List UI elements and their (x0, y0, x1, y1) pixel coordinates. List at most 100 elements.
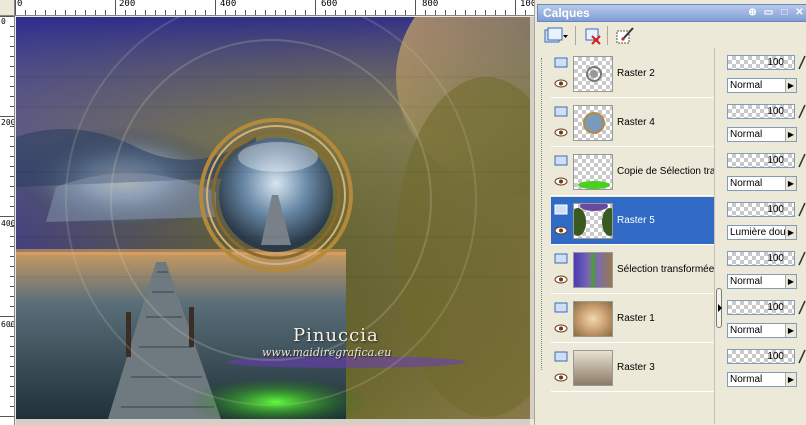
ruler-tick (305, 10, 306, 15)
ruler-tick (475, 10, 476, 15)
ruler-tick (10, 206, 14, 207)
layer-thumbnail (573, 203, 613, 239)
ruler-tick (525, 10, 526, 15)
blend-mode-select[interactable]: Normal ▶ (727, 127, 797, 142)
pen-icon[interactable] (798, 349, 806, 364)
new-layer-button[interactable] (541, 24, 571, 46)
image-canvas[interactable]: Pinuccia www.maidiregrafica.eu (16, 17, 530, 419)
delete-layer-button[interactable] (581, 24, 605, 46)
pen-icon[interactable] (798, 300, 806, 315)
panel-splitter[interactable] (714, 48, 722, 424)
ruler-tick (10, 346, 14, 347)
maximize-icon[interactable]: □ (778, 6, 791, 19)
pen-icon[interactable] (798, 55, 806, 70)
eye-icon[interactable] (554, 79, 568, 88)
pen-icon[interactable] (798, 202, 806, 217)
layer-row[interactable]: Copie de Sélection tran (551, 148, 715, 196)
layer-type-icon (554, 106, 568, 117)
dropdown-arrow-icon[interactable]: ▶ (785, 177, 796, 190)
ruler-tick (10, 86, 14, 87)
ruler-tick (225, 10, 226, 15)
dock-icon[interactable]: ▭ (762, 6, 775, 19)
ruler-tick (425, 10, 426, 15)
opacity-value: 100 (767, 253, 784, 264)
blend-mode-value: Normal (730, 178, 763, 189)
ruler-tick (155, 10, 156, 15)
opacity-slider[interactable]: 100 (727, 349, 795, 364)
pin-icon[interactable]: ⊕ (746, 6, 759, 19)
opacity-slider[interactable]: 100 (727, 251, 795, 266)
ruler-tick (455, 10, 456, 15)
toolbar-separator (607, 26, 608, 45)
ruler-tick (345, 10, 346, 15)
ruler-tick (125, 10, 126, 15)
blend-mode-select[interactable]: Lumière douce ▶ (727, 225, 797, 240)
dropdown-arrow-icon[interactable]: ▶ (785, 128, 796, 141)
blend-mode-select[interactable]: Normal ▶ (727, 274, 797, 289)
ruler-tick (485, 10, 486, 15)
layer-row[interactable]: Raster 5 (551, 197, 715, 245)
ruler-tick (10, 246, 14, 247)
canvas-horizontal-scrollbar[interactable] (16, 419, 530, 425)
ruler-tick (10, 96, 14, 97)
ruler-tick (10, 176, 14, 177)
splitter-grip[interactable] (716, 288, 722, 328)
layer-row[interactable]: Sélection transformée (551, 246, 715, 294)
blend-mode-select[interactable]: Normal ▶ (727, 78, 797, 93)
layer-row[interactable]: Raster 2 (551, 50, 715, 98)
pen-icon[interactable] (798, 153, 806, 168)
layer-type-icon (554, 204, 568, 215)
toolbar-separator (575, 26, 576, 45)
layer-row[interactable]: Raster 3 (551, 344, 715, 392)
edit-mask-button[interactable] (613, 24, 637, 46)
ruler-tick (35, 10, 36, 15)
blend-mode-select[interactable]: Normal ▶ (727, 323, 797, 338)
ruler-left-label: 0 (1, 17, 6, 26)
layer-row[interactable]: Raster 1 (551, 295, 715, 343)
dropdown-arrow-icon[interactable]: ▶ (785, 324, 796, 337)
layer-type-icon (554, 351, 568, 362)
eye-icon[interactable] (554, 324, 568, 333)
eye-icon[interactable] (554, 177, 568, 186)
ruler-tick (10, 386, 14, 387)
layer-type-icon (554, 302, 568, 313)
ruler-tick (405, 10, 406, 15)
delete-layer-icon (585, 28, 601, 45)
opacity-slider[interactable]: 100 (727, 104, 795, 119)
ruler-tick (515, 0, 516, 15)
opacity-slider[interactable]: 100 (727, 55, 795, 70)
layer-thumbnail (573, 350, 613, 386)
opacity-slider[interactable]: 100 (727, 300, 795, 315)
blend-mode-value: Normal (730, 276, 763, 287)
pen-icon[interactable] (798, 251, 806, 266)
ruler-tick (265, 10, 266, 15)
ruler-tick (285, 10, 286, 15)
ruler-tick (385, 10, 386, 15)
ruler-tick (365, 10, 366, 15)
edit-mask-icon (616, 27, 634, 44)
ruler-tick (10, 196, 14, 197)
eye-icon[interactable] (554, 128, 568, 137)
close-icon[interactable]: ✕ (793, 6, 806, 19)
blend-mode-select[interactable]: Normal ▶ (727, 176, 797, 191)
ruler-tick (115, 0, 116, 15)
layer-row[interactable]: Raster 4 (551, 99, 715, 147)
eye-icon[interactable] (554, 226, 568, 235)
opacity-value: 100 (767, 302, 784, 313)
dropdown-arrow-icon[interactable]: ▶ (785, 79, 796, 92)
dropdown-arrow-icon[interactable]: ▶ (785, 275, 796, 288)
layer-name: Copie de Sélection tran (617, 166, 715, 177)
opacity-slider[interactable]: 100 (727, 153, 795, 168)
ruler-left-label: 600 (1, 320, 15, 329)
layers-panel-titlebar[interactable]: Calques ⊕ ▭ □ ✕ (537, 4, 806, 22)
opacity-slider[interactable]: 100 (727, 202, 795, 217)
eye-icon[interactable] (554, 275, 568, 284)
ruler-tick (0, 316, 14, 317)
ruler-tick (10, 36, 14, 37)
blend-mode-select[interactable]: Normal ▶ (727, 372, 797, 387)
dropdown-arrow-icon[interactable]: ▶ (785, 373, 796, 386)
dropdown-arrow-icon[interactable]: ▶ (785, 226, 796, 239)
layer-name: Raster 4 (617, 117, 655, 128)
eye-icon[interactable] (554, 373, 568, 382)
pen-icon[interactable] (798, 104, 806, 119)
